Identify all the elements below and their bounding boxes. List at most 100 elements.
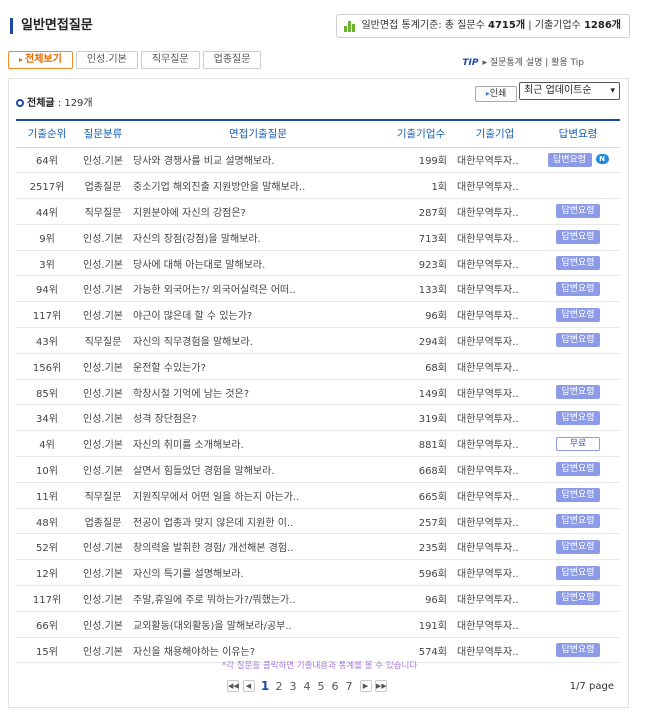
- column-header-count[interactable]: 기출기업수: [388, 119, 454, 148]
- table-row[interactable]: 44위 직무질문 지원분야에 자신의 강점은? 287회 대한무역투자.. 답변요령: [16, 198, 620, 225]
- answer-tips-button[interactable]: 답변요령: [556, 643, 600, 658]
- page-link-7[interactable]: 7: [342, 680, 356, 693]
- question-cell[interactable]: 운전할 수있는가?: [128, 353, 388, 380]
- column-header-answer[interactable]: 답변요령: [536, 119, 620, 148]
- first-page-button[interactable]: ◀◀: [227, 680, 239, 692]
- page-link-1[interactable]: 1: [258, 679, 272, 693]
- question-cell[interactable]: 주말,휴일에 주로 뭐하는가?/뭐했는가..: [128, 585, 388, 612]
- answer-tips-button[interactable]: 답변요령: [556, 488, 600, 503]
- tab-job[interactable]: 직무질문: [140, 51, 200, 69]
- column-header-company[interactable]: 기출기업: [454, 119, 536, 148]
- table-row[interactable]: 10위 인성.기본 살면서 힘들었던 경험을 말해보라. 668회 대한무역투자.. 답변…: [16, 456, 620, 483]
- answer-tips-button[interactable]: 답변요령: [556, 281, 600, 296]
- answer-tips-button[interactable]: 답변요령: [556, 539, 600, 554]
- sort-select[interactable]: 최근 업데이트순 ▾: [519, 82, 620, 100]
- question-cell[interactable]: 전공이 업종과 맞지 않은데 지원한 이..: [128, 508, 388, 535]
- column-header-rank[interactable]: 기출순위: [16, 119, 78, 148]
- answer-tips-button[interactable]: 답변요령: [556, 307, 600, 322]
- answer-tips-button[interactable]: 답변요령: [556, 333, 600, 348]
- answer-cell: [536, 172, 620, 200]
- free-button[interactable]: 무료: [556, 436, 600, 451]
- question-cell[interactable]: 야근이 많은데 할 수 있는가?: [128, 301, 388, 329]
- tab-industry[interactable]: 업종질문: [202, 51, 262, 69]
- company-cell: 대한무역투자..: [454, 275, 536, 303]
- prev-page-button[interactable]: ◀: [242, 680, 255, 692]
- answer-tips-button[interactable]: 답변요령: [556, 514, 600, 529]
- question-cell[interactable]: 자신의 장점(강점)을 말해보라.: [128, 224, 388, 251]
- question-cell[interactable]: 교외활동(대외활동)을 말해보라/공부..: [128, 611, 388, 638]
- tab-all[interactable]: 전체보기: [8, 51, 73, 69]
- next-page-button[interactable]: ▶: [359, 680, 372, 692]
- answer-tips-button[interactable]: 답변요령: [556, 410, 600, 425]
- question-cell[interactable]: 당사와 경쟁사를 비교 설명해보라.: [128, 147, 388, 174]
- table-row[interactable]: 94위 인성.기본 가능한 외국어는?/ 외국어실력은 어떠.. 133회 대한무역투자…: [16, 275, 620, 303]
- tip-arrow-icon: ▸: [482, 58, 490, 68]
- count-cell: 596회: [388, 559, 454, 587]
- tip-link[interactable]: TIP ▸ 질문통계 설명 | 활용 Tip: [462, 55, 584, 68]
- table-row[interactable]: 117위 인성.기본 야근이 많은데 할 수 있는가? 96회 대한무역투자.. 답변요령: [16, 301, 620, 329]
- table-row[interactable]: 52위 인성.기본 창의력을 발휘한 경험/ 개선해본 경험.. 235회 대한무역투자…: [16, 533, 620, 561]
- table-row[interactable]: 85위 인성.기본 학창시절 기억에 남는 것은? 149회 대한무역투자.. 답변요령: [16, 379, 620, 406]
- answer-tips-button[interactable]: 답변요령: [556, 204, 600, 219]
- tab-personality[interactable]: 인성.기본: [75, 51, 138, 69]
- category-cell: 인성.기본: [78, 585, 128, 612]
- table-row[interactable]: 34위 인성.기본 성격 장단점은? 319회 대한무역투자.. 답변요령: [16, 404, 620, 432]
- answer-tips-button[interactable]: 답변요령: [556, 565, 600, 580]
- question-cell[interactable]: 가능한 외국어는?/ 외국어실력은 어떠..: [128, 275, 388, 303]
- table-row[interactable]: 3위 인성.기본 당사에 대해 아는대로 말해보라. 923회 대한무역투자.. 답변요령: [16, 250, 620, 277]
- table-row[interactable]: 4위 인성.기본 자신의 취미를 소개해보라. 881회 대한무역투자.. 무료: [16, 430, 620, 458]
- question-cell[interactable]: 지원분야에 자신의 강점은?: [128, 198, 388, 225]
- table-row[interactable]: 11위 직무질문 지원직무에서 어떤 일을 하는지 아는가.. 665회 대한무역투자.…: [16, 482, 620, 509]
- sort-selected: 최근 업데이트순: [524, 85, 592, 96]
- circle-bullet-icon: [16, 99, 24, 107]
- answer-tips-button[interactable]: 답변요령: [556, 591, 600, 606]
- rank-cell: 85위: [16, 379, 78, 406]
- answer-tips-button[interactable]: 답변요령: [556, 462, 600, 477]
- answer-cell: 답변요령: [536, 379, 620, 406]
- question-cell[interactable]: 살면서 힘들었던 경험을 말해보라.: [128, 456, 388, 483]
- company-cell: 대한무역투자..: [454, 508, 536, 535]
- category-cell: 인성.기본: [78, 559, 128, 587]
- table-row[interactable]: 64위 인성.기본 당사와 경쟁사를 비교 설명해보라. 199회 대한무역투자.. 답변…: [16, 147, 620, 174]
- answer-tips-button[interactable]: 답변요령: [556, 230, 600, 245]
- answer-cell: 답변요령: [536, 198, 620, 225]
- question-cell[interactable]: 자신의 특기를 설명해보라.: [128, 559, 388, 587]
- page-link-4[interactable]: 4: [300, 680, 314, 693]
- table-row[interactable]: 156위 인성.기본 운전할 수있는가? 68회 대한무역투자..: [16, 353, 620, 380]
- column-header-question[interactable]: 면접기출질문: [128, 119, 388, 148]
- category-cell: 인성.기본: [78, 611, 128, 638]
- table-row[interactable]: 66위 인성.기본 교외활동(대외활동)을 말해보라/공부.. 191회 대한무역투자.…: [16, 611, 620, 638]
- answer-cell: 답변요령: [536, 585, 620, 612]
- answer-tips-button[interactable]: 답변요령: [547, 152, 592, 167]
- rank-cell: 10위: [16, 456, 78, 483]
- page-link-3[interactable]: 3: [286, 680, 300, 693]
- question-cell[interactable]: 성격 장단점은?: [128, 404, 388, 432]
- stats-summary: 일반면접 통계기준: 총 질문수 4715개 | 기출기업수 1286개: [336, 14, 630, 38]
- column-header-category[interactable]: 질문분류: [78, 119, 128, 148]
- rank-cell: 12위: [16, 559, 78, 587]
- table-row[interactable]: 2517위 업종질문 중소기업 해외진출 지원방안을 말해보라.. 1회 대한무역투자.…: [16, 172, 620, 200]
- table-row[interactable]: 12위 인성.기본 자신의 특기를 설명해보라. 596회 대한무역투자.. 답변요령: [16, 559, 620, 587]
- answer-cell: 답변요령: [536, 275, 620, 303]
- question-cell[interactable]: 학창시절 기억에 남는 것은?: [128, 379, 388, 406]
- print-button[interactable]: 인쇄: [475, 86, 517, 102]
- page-link-6[interactable]: 6: [328, 680, 342, 693]
- answer-tips-button[interactable]: 답변요령: [556, 385, 600, 400]
- page-link-2[interactable]: 2: [272, 680, 286, 693]
- question-cell[interactable]: 당사에 대해 아는대로 말해보라.: [128, 250, 388, 277]
- question-cell[interactable]: 자신의 직무경험을 말해보라.: [128, 327, 388, 354]
- table-row[interactable]: 117위 인성.기본 주말,휴일에 주로 뭐하는가?/뭐했는가.. 96회 대한무역투자…: [16, 585, 620, 612]
- question-cell[interactable]: 지원직무에서 어떤 일을 하는지 아는가..: [128, 482, 388, 509]
- rank-cell: 48위: [16, 508, 78, 535]
- question-cell[interactable]: 창의력을 발휘한 경험/ 개선해본 경험..: [128, 533, 388, 561]
- answer-tips-button[interactable]: 답변요령: [556, 256, 600, 271]
- table-row[interactable]: 48위 업종질문 전공이 업종과 맞지 않은데 지원한 이.. 257회 대한무역투자.…: [16, 508, 620, 535]
- question-cell[interactable]: 자신의 취미를 소개해보라.: [128, 430, 388, 458]
- rank-cell: 2517위: [16, 172, 78, 200]
- last-page-button[interactable]: ▶▶: [375, 680, 387, 692]
- table-row[interactable]: 43위 직무질문 자신의 직무경험을 말해보라. 294회 대한무역투자.. 답변요령: [16, 327, 620, 354]
- question-cell[interactable]: 중소기업 해외진출 지원방안을 말해보라..: [128, 172, 388, 200]
- table-row[interactable]: 9위 인성.기본 자신의 장점(강점)을 말해보라. 713회 대한무역투자.. 답변요령: [16, 224, 620, 251]
- page-link-5[interactable]: 5: [314, 680, 328, 693]
- category-cell: 인성.기본: [78, 533, 128, 561]
